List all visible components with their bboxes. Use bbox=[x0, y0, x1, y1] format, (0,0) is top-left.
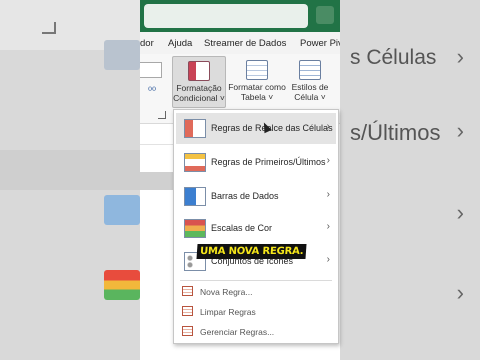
tab-power-pivot[interactable]: Power Pivo bbox=[300, 38, 340, 49]
button-label: Formatação bbox=[176, 83, 222, 93]
format-as-table-button[interactable]: Formatar como Tabela ˅ bbox=[228, 56, 286, 108]
blurred-launcher-icon bbox=[42, 22, 56, 34]
top-bottom-rules-icon bbox=[184, 153, 206, 172]
tab-streamer-de-dados[interactable]: Streamer de Dados bbox=[204, 38, 286, 49]
blurred-color-scales-icon bbox=[104, 270, 140, 300]
menu-item-label: Escalas de Cor bbox=[211, 223, 273, 233]
menu-item-nova-regra[interactable]: Nova Regra... bbox=[176, 282, 336, 302]
menu-item-escalas-de-cor[interactable]: Escalas de Cor › bbox=[176, 213, 336, 244]
chevron-right-icon: › bbox=[326, 155, 330, 166]
chevron-right-icon: › bbox=[326, 254, 330, 265]
title-bar-button[interactable] bbox=[316, 6, 334, 24]
conditional-formatting-button[interactable]: Formatação Condicional ˅ bbox=[172, 56, 226, 108]
blurred-text: s/Últimos bbox=[350, 120, 441, 145]
blurred-band bbox=[0, 150, 140, 190]
menu-item-label: Regras de Primeiros/Últimos bbox=[211, 157, 326, 167]
menu-item-label: Nova Regra... bbox=[200, 287, 253, 297]
button-label: Formatar como bbox=[228, 82, 286, 92]
menu-item-label: Barras de Dados bbox=[211, 191, 279, 201]
color-scales-icon bbox=[184, 219, 206, 238]
blurred-format-icon bbox=[104, 40, 140, 70]
tab-editor[interactable]: dor bbox=[140, 38, 154, 49]
menu-separator bbox=[180, 280, 332, 281]
clear-rules-icon bbox=[182, 306, 193, 316]
menu-item-regras-realce[interactable]: Regras de Realce das Células › bbox=[176, 113, 336, 144]
cell-styles-button[interactable]: Estilos de Célula ˅ bbox=[288, 56, 332, 108]
blurred-data-bars-icon bbox=[104, 195, 140, 225]
chevron-right-icon: › bbox=[326, 189, 330, 200]
tab-ajuda[interactable]: Ajuda bbox=[168, 38, 192, 49]
blurred-background-left bbox=[0, 0, 140, 360]
chevron-right-icon: › bbox=[456, 44, 464, 69]
manage-rules-icon bbox=[182, 326, 193, 336]
button-label: Tabela ˅ bbox=[240, 92, 274, 102]
new-rule-icon bbox=[182, 286, 193, 296]
conditional-formatting-menu: Regras de Realce das Células › Regras de… bbox=[173, 109, 339, 344]
format-as-table-icon bbox=[246, 60, 268, 80]
video-caption: UMA NOVA REGRA. bbox=[196, 244, 307, 259]
chevron-right-icon: › bbox=[326, 121, 330, 132]
dialog-launcher-icon[interactable] bbox=[158, 111, 166, 119]
ribbon-tabs: dor Ajuda Streamer de Dados Power Pivo bbox=[140, 34, 340, 54]
blurred-background-right: s Células s/Últimos › › › › bbox=[340, 0, 480, 360]
button-label: Condicional ˅ bbox=[173, 93, 225, 103]
data-bars-icon bbox=[184, 187, 206, 206]
blurred-text: s Células bbox=[350, 46, 437, 69]
menu-item-label: Gerenciar Regras... bbox=[200, 327, 275, 337]
chevron-right-icon: › bbox=[456, 200, 464, 225]
chevron-right-icon: › bbox=[456, 280, 464, 305]
menu-item-limpar-regras[interactable]: Limpar Regras bbox=[176, 302, 336, 322]
conditional-formatting-icon bbox=[188, 61, 210, 81]
chevron-right-icon: › bbox=[326, 221, 330, 232]
search-box[interactable] bbox=[144, 4, 308, 28]
button-label: Célula ˅ bbox=[294, 92, 326, 102]
chevron-right-icon: › bbox=[456, 118, 464, 143]
menu-item-regras-primeiros[interactable]: Regras de Primeiros/Últimos › bbox=[176, 147, 336, 178]
menu-item-gerenciar-regras[interactable]: Gerenciar Regras... bbox=[176, 322, 336, 342]
decimal-icon[interactable]: ⁰⁰ bbox=[148, 86, 156, 97]
number-format-dropdown[interactable] bbox=[140, 62, 162, 78]
menu-item-barras-de-dados[interactable]: Barras de Dados › bbox=[176, 181, 336, 212]
highlight-rules-icon bbox=[184, 119, 206, 138]
menu-item-label: Limpar Regras bbox=[200, 307, 256, 317]
menu-item-label: Regras de Realce das Células bbox=[211, 123, 333, 133]
title-bar bbox=[140, 0, 340, 32]
button-label: Estilos de bbox=[291, 82, 329, 92]
cell-styles-icon bbox=[299, 60, 321, 80]
